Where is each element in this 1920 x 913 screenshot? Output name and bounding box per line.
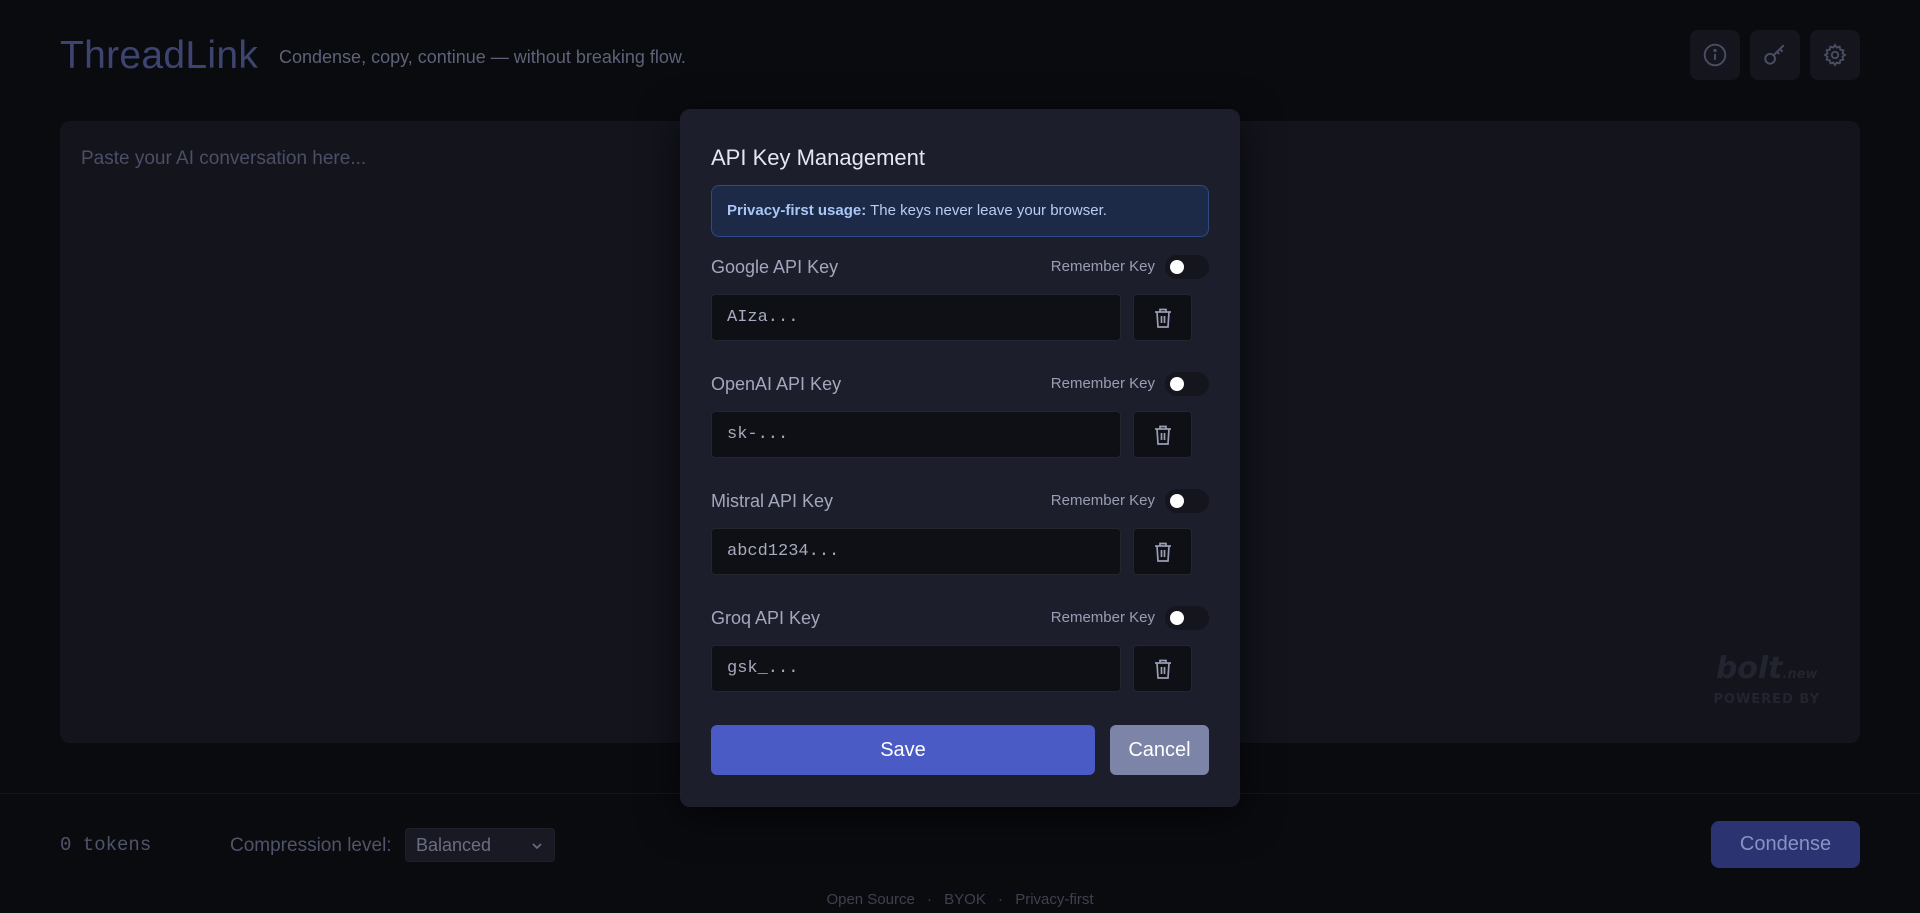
modal-title: API Key Management <box>711 145 926 170</box>
footer-link-open-source[interactable]: Open Source <box>826 891 914 908</box>
groq-remember-label: Remember Key <box>1050 609 1155 626</box>
bolt-badge[interactable]: bolt.new POWERED BY <box>1713 651 1820 708</box>
groq-key-label: Groq API Key <box>711 608 821 628</box>
groq-delete-button[interactable] <box>1133 645 1192 692</box>
info-icon <box>1703 43 1727 67</box>
groq-api-key-input[interactable] <box>711 645 1121 692</box>
conversation-placeholder: Paste your AI conversation here... <box>81 148 367 169</box>
google-remember-label: Remember Key <box>1050 258 1155 275</box>
openai-api-key-input[interactable] <box>711 411 1121 458</box>
app-title: ThreadLink <box>60 34 259 77</box>
google-remember-toggle[interactable] <box>1165 255 1209 279</box>
groq-remember-toggle[interactable] <box>1165 606 1209 630</box>
chevron-down-icon <box>532 843 542 850</box>
openai-remember-toggle[interactable] <box>1165 372 1209 396</box>
google-api-key-input[interactable] <box>711 294 1121 341</box>
openai-key-label: OpenAI API Key <box>711 374 842 394</box>
footer-links: Open Source · BYOK · Privacy-first <box>0 891 1920 908</box>
privacy-notice-text: The keys never leave your browser. <box>866 202 1107 219</box>
condense-button[interactable]: Condense <box>1711 821 1860 868</box>
openai-delete-button[interactable] <box>1133 411 1192 458</box>
powered-by-text: POWERED BY <box>1713 692 1820 707</box>
footer-separator: · <box>927 891 932 908</box>
trash-icon <box>1154 542 1171 562</box>
info-button[interactable] <box>1690 30 1740 80</box>
privacy-notice-heading: Privacy-first usage: <box>727 202 867 219</box>
app-header: ThreadLink Condense, copy, continue — wi… <box>0 0 1920 115</box>
footer-separator: · <box>998 891 1004 908</box>
mistral-api-key-input[interactable] <box>711 528 1121 575</box>
google-key-label: Google API Key <box>711 257 839 277</box>
compression-select[interactable]: Balanced <box>405 828 555 862</box>
groq-key-row: Groq API Key Remember Key <box>711 606 1209 698</box>
compression-label: Compression level: <box>230 835 392 856</box>
gear-icon <box>1823 43 1847 67</box>
mistral-key-label: Mistral API Key <box>711 491 834 511</box>
save-button[interactable]: Save <box>711 725 1095 775</box>
bolt-logo: bolt.new <box>1715 651 1818 686</box>
api-key-modal: API Key Management Privacy-first usage: … <box>680 109 1240 807</box>
footer-link-privacy[interactable]: Privacy-first <box>1015 891 1093 908</box>
key-icon <box>1764 44 1785 65</box>
mistral-remember-label: Remember Key <box>1050 492 1155 509</box>
mistral-remember-toggle[interactable] <box>1165 489 1209 513</box>
openai-remember-label: Remember Key <box>1050 375 1155 392</box>
settings-button[interactable] <box>1810 30 1860 80</box>
mistral-key-row: Mistral API Key Remember Key <box>711 489 1209 581</box>
cancel-button[interactable]: Cancel <box>1110 725 1209 775</box>
footer-link-byok[interactable]: BYOK <box>944 891 986 908</box>
api-key-button[interactable] <box>1750 30 1800 80</box>
google-key-row: Google API Key Remember Key <box>711 255 1209 347</box>
compression-value: Balanced <box>416 835 492 855</box>
privacy-notice: Privacy-first usage: The keys never leav… <box>711 185 1209 237</box>
mistral-delete-button[interactable] <box>1133 528 1192 575</box>
token-count: 0 tokens <box>60 834 152 856</box>
trash-icon <box>1154 308 1171 328</box>
openai-key-row: OpenAI API Key Remember Key <box>711 372 1209 464</box>
app-tagline: Condense, copy, continue — without break… <box>279 47 686 67</box>
trash-icon <box>1154 425 1171 445</box>
trash-icon <box>1154 659 1171 679</box>
google-delete-button[interactable] <box>1133 294 1192 341</box>
